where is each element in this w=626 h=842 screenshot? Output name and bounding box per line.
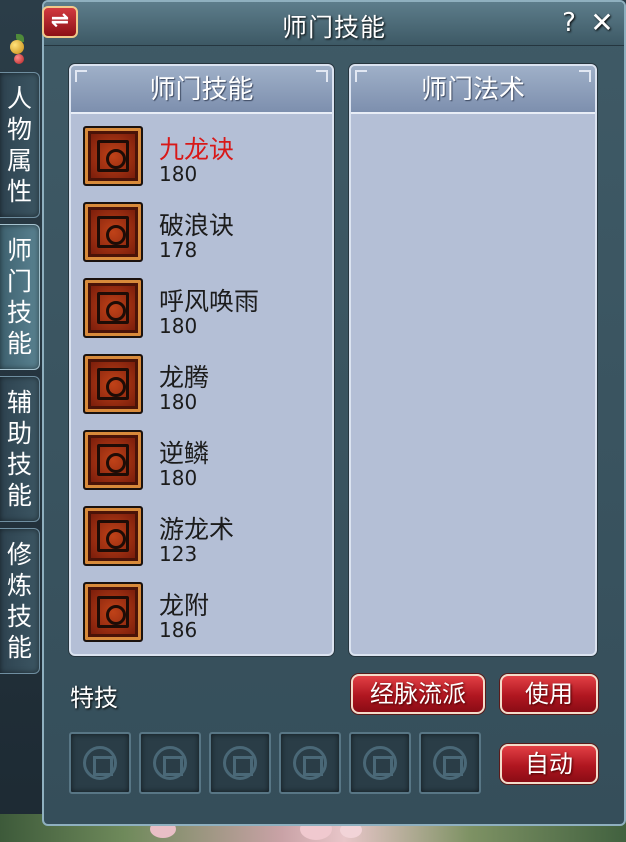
tab-cultivation-skills[interactable]: 修炼技能 [0, 528, 40, 674]
knot-icon [293, 746, 327, 780]
skill-level: 180 [159, 466, 198, 490]
skill-level: 186 [159, 618, 198, 642]
tab-sect-skills[interactable]: 师门技能 [0, 224, 40, 370]
help-icon[interactable]: ? [556, 8, 582, 38]
use-button[interactable]: 使用 [500, 674, 598, 714]
dragon-soar-icon [83, 354, 143, 414]
title-bar: ⇌ 师门技能 ? ✕ [42, 2, 624, 46]
skill-item-longfu[interactable]: 龙附 186 [83, 580, 323, 656]
skill-item-youlongshu[interactable]: 游龙术 123 [83, 504, 323, 580]
tech-slot[interactable] [419, 732, 481, 794]
tab-auxiliary-skills[interactable]: 辅助技能 [0, 376, 40, 522]
skill-level: 180 [159, 162, 198, 186]
dragon-spiral-icon [83, 126, 143, 186]
knot-icon [363, 746, 397, 780]
skill-item-jiulongjue[interactable]: 九龙诀 180 [83, 124, 323, 200]
tech-slot[interactable] [209, 732, 271, 794]
knot-icon [153, 746, 187, 780]
skill-item-hufenghuanyu[interactable]: 呼风唤雨 180 [83, 276, 323, 352]
wave-glyph-icon [83, 202, 143, 262]
sect-skills-panel: 师门技能 九龙诀 180 破浪诀 178 呼风唤雨 180 龙腾 180 逆鳞 … [69, 64, 334, 656]
special-tech-label: 特技 [70, 684, 118, 712]
ornament-icon [6, 32, 28, 66]
tech-slot[interactable] [349, 732, 411, 794]
tech-slot[interactable] [139, 732, 201, 794]
meridian-route-button[interactable]: 经脉流派 [351, 674, 485, 714]
panel-header-sect-skills: 师门技能 [71, 66, 332, 114]
sect-spells-panel: 师门法术 [349, 64, 597, 656]
skill-level: 180 [159, 390, 198, 414]
tech-slot[interactable] [279, 732, 341, 794]
skill-item-longteng[interactable]: 龙腾 180 [83, 352, 323, 428]
side-tab-bar: 人物属性 师门技能 辅助技能 修炼技能 [0, 34, 42, 680]
skill-name: 九龙诀 [159, 135, 235, 164]
knot-icon [223, 746, 257, 780]
skill-name: 呼风唤雨 [159, 287, 260, 316]
close-icon[interactable]: ✕ [588, 8, 616, 38]
skill-name: 逆鳞 [159, 439, 210, 468]
dragon-attach-icon [83, 582, 143, 642]
skill-item-polangjue[interactable]: 破浪诀 178 [83, 200, 323, 276]
tab-character-attributes[interactable]: 人物属性 [0, 72, 40, 218]
knot-icon [83, 746, 117, 780]
skill-name: 龙附 [159, 591, 210, 620]
knot-icon [433, 746, 467, 780]
sect-skills-window: ⇌ 师门技能 ? ✕ 师门技能 九龙诀 180 破浪诀 178 呼风唤雨 180 [42, 0, 626, 826]
reverse-scale-icon [83, 430, 143, 490]
skill-level: 178 [159, 238, 198, 262]
wandering-dragon-icon [83, 506, 143, 566]
skill-level: 180 [159, 314, 198, 338]
auto-button[interactable]: 自动 [500, 744, 598, 784]
skill-level: 123 [159, 542, 198, 566]
skill-list: 九龙诀 180 破浪诀 178 呼风唤雨 180 龙腾 180 逆鳞 180 游… [83, 124, 323, 656]
skill-name: 游龙术 [159, 515, 235, 544]
skill-name: 破浪诀 [159, 211, 235, 240]
window-title: 师门技能 [281, 13, 386, 42]
skill-item-nilin[interactable]: 逆鳞 180 [83, 428, 323, 504]
panel-header-sect-spells: 师门法术 [351, 66, 595, 114]
tech-slot[interactable] [69, 732, 131, 794]
skill-name: 龙腾 [159, 363, 210, 392]
wind-rain-icon [83, 278, 143, 338]
